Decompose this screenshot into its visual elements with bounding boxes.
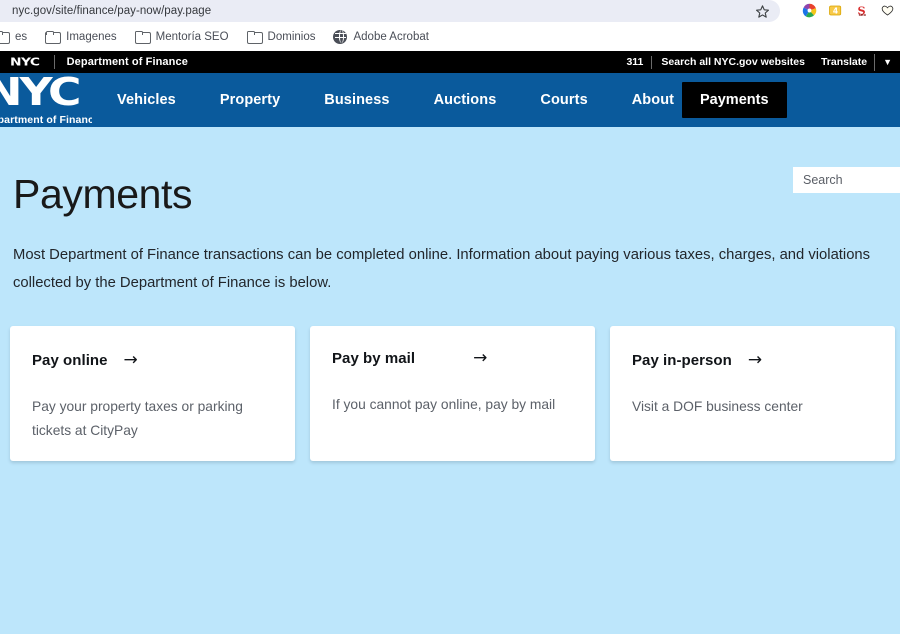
svg-text:4: 4 — [833, 7, 838, 16]
heart-extension-icon[interactable] — [879, 2, 896, 19]
card-pay-in-person[interactable]: Pay in-person → Visit a DOF business cen… — [610, 326, 895, 461]
browser-chrome: nyc.gov/site/finance/pay-now/pay.page 4 … — [0, 0, 900, 51]
nav-item-business[interactable]: Business — [302, 92, 411, 108]
card-pay-online[interactable]: Pay online → Pay your property taxes or … — [10, 326, 295, 461]
nav-item-property[interactable]: Property — [198, 92, 302, 108]
globe-icon — [333, 29, 348, 44]
nav-item-list: Vehicles Property Business Auctions Cour… — [117, 73, 696, 127]
bookmark-label: Mentoría SEO — [155, 30, 229, 43]
card-title-row: Pay online → — [32, 350, 273, 370]
bookmark-star-icon[interactable] — [754, 3, 770, 19]
bookmark-label: Adobe Acrobat — [353, 30, 429, 43]
nyc-dof-logo[interactable]: NYC Department of Finance — [0, 71, 92, 127]
yellow-badge-extension-icon[interactable]: 4 — [827, 2, 844, 19]
seo-extension-icon[interactable]: S seo — [853, 2, 870, 19]
svg-text:seo: seo — [859, 13, 867, 17]
bookmarks-bar: es Imagenes Mentoría SEO Dominios Adobe … — [0, 22, 900, 51]
card-title: Pay by mail — [332, 350, 416, 367]
arrow-right-icon: → — [123, 350, 138, 370]
folder-icon — [45, 30, 62, 44]
nav-item-payments[interactable]: Payments — [682, 82, 787, 118]
folder-icon — [0, 30, 10, 44]
bookmark-item[interactable]: Dominios — [238, 28, 325, 46]
chevron-down-icon[interactable]: ▼ — [875, 57, 900, 67]
omnibox-row: nyc.gov/site/finance/pay-now/pay.page 4 … — [0, 0, 900, 22]
translate-link[interactable]: Translate — [821, 56, 874, 68]
card-title: Pay in-person — [632, 352, 732, 369]
folder-icon — [134, 30, 151, 44]
agency-name: Department of Finance — [66, 56, 188, 68]
link-311[interactable]: 311 — [626, 56, 651, 68]
nav-item-courts[interactable]: Courts — [518, 92, 609, 108]
site-search-input[interactable] — [793, 167, 900, 193]
arrow-right-icon: → — [747, 350, 763, 370]
address-bar-url: nyc.gov/site/finance/pay-now/pay.page — [12, 5, 212, 17]
nav-item-auctions[interactable]: Auctions — [412, 92, 519, 108]
card-description: If you cannot pay online, pay by mail — [332, 397, 556, 412]
payment-options-grid: Pay online → Pay your property taxes or … — [10, 297, 900, 461]
card-title: Pay online — [32, 352, 108, 369]
card-pay-by-mail[interactable]: Pay by mail → If you cannot pay online, … — [310, 326, 595, 461]
address-bar[interactable]: nyc.gov/site/finance/pay-now/pay.page — [0, 0, 780, 22]
nyc-logo-subtitle: Department of Finance — [0, 114, 92, 126]
nav-item-vehicles[interactable]: Vehicles — [117, 92, 198, 108]
nyc-logo-small[interactable]: NYC — [10, 56, 40, 69]
main-content: Payments Most Department of Finance tran… — [0, 127, 900, 461]
main-navigation-bar: NYC Department of Finance Vehicles Prope… — [0, 71, 900, 193]
folder-icon — [246, 30, 263, 44]
bookmark-item[interactable]: Mentoría SEO — [126, 28, 238, 46]
card-description: Pay your property taxes or parking ticke… — [32, 399, 243, 438]
search-all-nycgov-link[interactable]: Search all NYC.gov websites — [652, 56, 815, 68]
bookmark-label: es — [15, 30, 28, 43]
page-title: Payments — [13, 171, 193, 217]
extension-icons: 4 S seo — [801, 2, 896, 19]
arrow-right-icon: → — [473, 348, 488, 368]
bookmark-item[interactable]: es — [0, 28, 36, 46]
bookmark-label: Dominios — [267, 30, 316, 43]
card-title-row: Pay in-person → — [632, 350, 873, 370]
nyc-utility-bar: NYC Department of Finance 311 Search all… — [0, 51, 900, 73]
bookmark-item[interactable]: Imagenes — [36, 28, 126, 46]
color-wheel-extension-icon[interactable] — [801, 2, 818, 19]
utility-bar-right: 311 Search all NYC.gov websites Translat… — [626, 51, 900, 73]
divider — [53, 55, 55, 69]
webpage-viewport: NYC Department of Finance 311 Search all… — [0, 51, 900, 634]
bookmark-item[interactable]: Adobe Acrobat — [324, 27, 437, 47]
card-description: Visit a DOF business center — [632, 399, 803, 414]
intro-paragraph: Most Department of Finance transactions … — [13, 247, 871, 291]
card-title-row: Pay by mail → — [332, 348, 573, 368]
bookmark-label: Imagenes — [66, 30, 117, 43]
nyc-logo-mark: NYC — [0, 71, 81, 114]
